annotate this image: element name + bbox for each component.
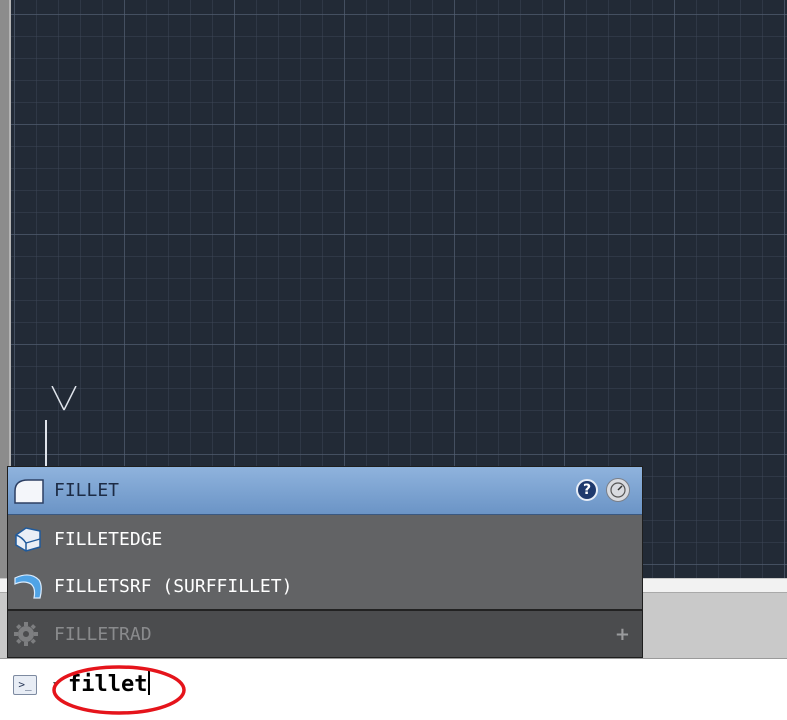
autocomplete-item-filletsrf[interactable]: FILLETSRF (SURFFILLET) bbox=[8, 563, 642, 611]
autocomplete-item-filletrad[interactable]: FILLETRAD + bbox=[8, 611, 642, 657]
autocomplete-item-label: FILLETEDGE bbox=[54, 528, 163, 550]
command-prompt-icon[interactable]: >_ bbox=[13, 675, 37, 695]
annotation-red-ellipse bbox=[51, 664, 187, 720]
autocomplete-item-label: FILLET bbox=[54, 480, 120, 501]
gear-icon bbox=[12, 620, 46, 648]
autocomplete-item-label: FILLETSRF (SURFFILLET) bbox=[54, 575, 293, 597]
command-autocomplete-list: FILLET ? FILLETEDGE FILLETSRF (SURFFILLE… bbox=[7, 466, 643, 658]
autocomplete-item-fillet[interactable]: FILLET ? bbox=[8, 467, 642, 515]
help-icon[interactable]: ? bbox=[576, 479, 598, 501]
search-internet-icon[interactable] bbox=[606, 478, 630, 502]
filletsrf-icon bbox=[12, 572, 46, 600]
expand-plus-icon[interactable]: + bbox=[615, 624, 630, 645]
fillet-icon bbox=[12, 477, 46, 505]
ucs-y-label: Y bbox=[44, 386, 45, 387]
filletedge-icon bbox=[12, 525, 46, 553]
autocomplete-item-label: FILLETRAD bbox=[54, 623, 152, 645]
autocomplete-item-filletedge[interactable]: FILLETEDGE bbox=[8, 515, 642, 563]
